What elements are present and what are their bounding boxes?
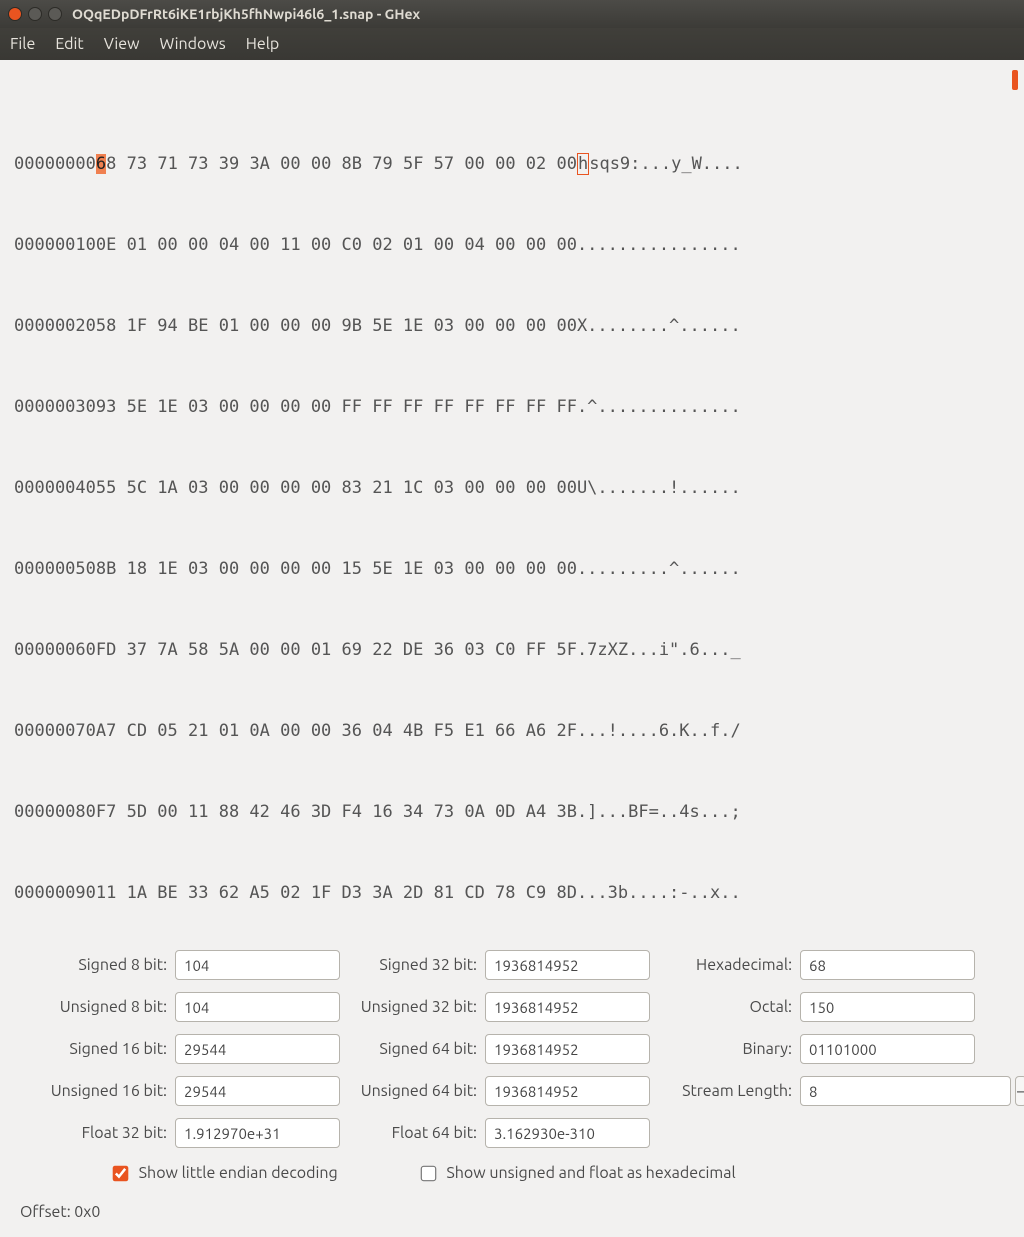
decoder-panel: Signed 8 bit: Signed 32 bit: Hexadecimal… [0,940,1024,1187]
hex-row: 0000009011 1A BE 33 62 A5 02 1F D3 3A 2D… [14,880,1010,907]
menu-help[interactable]: Help [246,35,280,53]
hex-row: 00000060FD 37 7A 58 5A 00 00 01 69 22 DE… [14,637,1010,664]
hex-row: 0000003093 5E 1E 03 00 00 00 00 FF FF FF… [14,394,1010,421]
checkbox-hex-float[interactable] [420,1166,436,1182]
window-titlebar: OQqEDpDFrRt6iKE1rbjKh5fhNwpi46l6_1.snap … [0,0,1024,28]
check-hex-float[interactable]: Show unsigned and float as hexadecimal [418,1164,736,1183]
label-float32: Float 32 bit: [20,1124,175,1142]
field-signed32[interactable] [485,950,650,980]
streamlen-minus-button[interactable]: − [1015,1076,1024,1106]
label-signed64: Signed 64 bit: [340,1040,485,1058]
field-float32[interactable] [175,1118,340,1148]
label-signed8: Signed 8 bit: [20,956,175,974]
label-oct: Octal: [650,998,800,1016]
status-bar: Offset: 0x0 [0,1187,1024,1237]
hex-row: 000000508B 18 1E 03 00 00 00 00 15 5E 1E… [14,556,1010,583]
cursor-byte: 6 [96,154,106,174]
field-unsigned32[interactable] [485,992,650,1022]
field-hex[interactable] [800,950,975,980]
minimize-icon[interactable] [28,7,42,21]
menu-windows[interactable]: Windows [160,35,226,53]
check-little-endian[interactable]: Show little endian decoding [110,1164,338,1183]
menu-view[interactable]: View [104,35,140,53]
label-signed32: Signed 32 bit: [340,956,485,974]
field-float64[interactable] [485,1118,650,1148]
field-unsigned16[interactable] [175,1076,340,1106]
ascii-cursor: h [577,153,589,175]
hex-row: 00000080F7 5D 00 11 88 42 46 3D F4 16 34… [14,799,1010,826]
hex-view[interactable]: 0000000068 73 71 73 39 3A 00 00 8B 79 5F… [0,60,1024,940]
label-bin: Binary: [650,1040,800,1058]
label-float64: Float 64 bit: [340,1124,485,1142]
label-streamlen: Stream Length: [650,1082,800,1100]
offset-label: Offset: 0x0 [20,1203,100,1221]
hex-row: 000000100E 01 00 00 04 00 11 00 C0 02 01… [14,232,1010,259]
label-signed16: Signed 16 bit: [20,1040,175,1058]
menubar: File Edit View Windows Help [0,28,1024,60]
field-signed64[interactable] [485,1034,650,1064]
menu-file[interactable]: File [10,35,35,53]
field-unsigned8[interactable] [175,992,340,1022]
field-streamlen[interactable] [800,1076,1011,1106]
label-hex: Hexadecimal: [650,956,800,974]
label-unsigned8: Unsigned 8 bit: [20,998,175,1016]
field-signed8[interactable] [175,950,340,980]
window-controls [8,7,62,21]
label-unsigned32: Unsigned 32 bit: [340,998,485,1016]
hex-row: 00000070A7 CD 05 21 01 0A 00 00 36 04 4B… [14,718,1010,745]
field-unsigned64[interactable] [485,1076,650,1106]
maximize-icon[interactable] [48,7,62,21]
label-unsigned16: Unsigned 16 bit: [20,1082,175,1100]
hex-row: 0000004055 5C 1A 03 00 00 00 00 83 21 1C… [14,475,1010,502]
hex-row: 0000002058 1F 94 BE 01 00 00 00 9B 5E 1E… [14,313,1010,340]
close-icon[interactable] [8,7,22,21]
window-title: OQqEDpDFrRt6iKE1rbjKh5fhNwpi46l6_1.snap … [72,6,420,22]
menu-edit[interactable]: Edit [55,35,83,53]
field-signed16[interactable] [175,1034,340,1064]
scrollbar-thumb[interactable] [1012,70,1018,90]
checkbox-little-endian[interactable] [113,1166,129,1182]
label-unsigned64: Unsigned 64 bit: [340,1082,485,1100]
hex-row: 0000000068 73 71 73 39 3A 00 00 8B 79 5F… [14,151,1010,178]
field-oct[interactable] [800,992,975,1022]
field-bin[interactable] [800,1034,975,1064]
